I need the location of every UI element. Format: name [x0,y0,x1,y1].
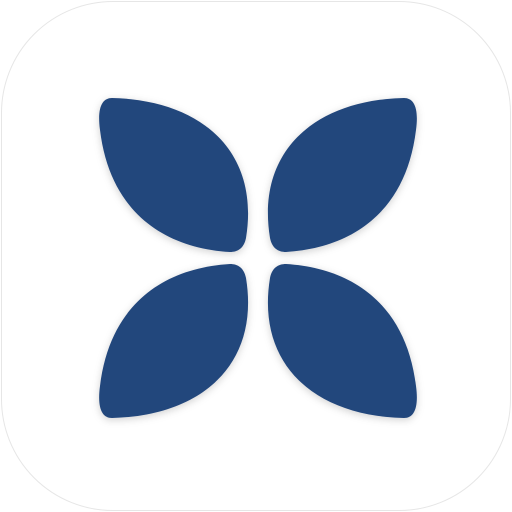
petal-bottom-left [99,264,249,418]
petal-top-right [267,98,417,252]
petal-bottom-right [267,264,417,418]
four-petal-leaf-logo-icon [99,98,417,418]
app-icon[interactable] [1,1,511,511]
petal-top-left [99,98,249,252]
app-icon-stage [0,0,512,512]
